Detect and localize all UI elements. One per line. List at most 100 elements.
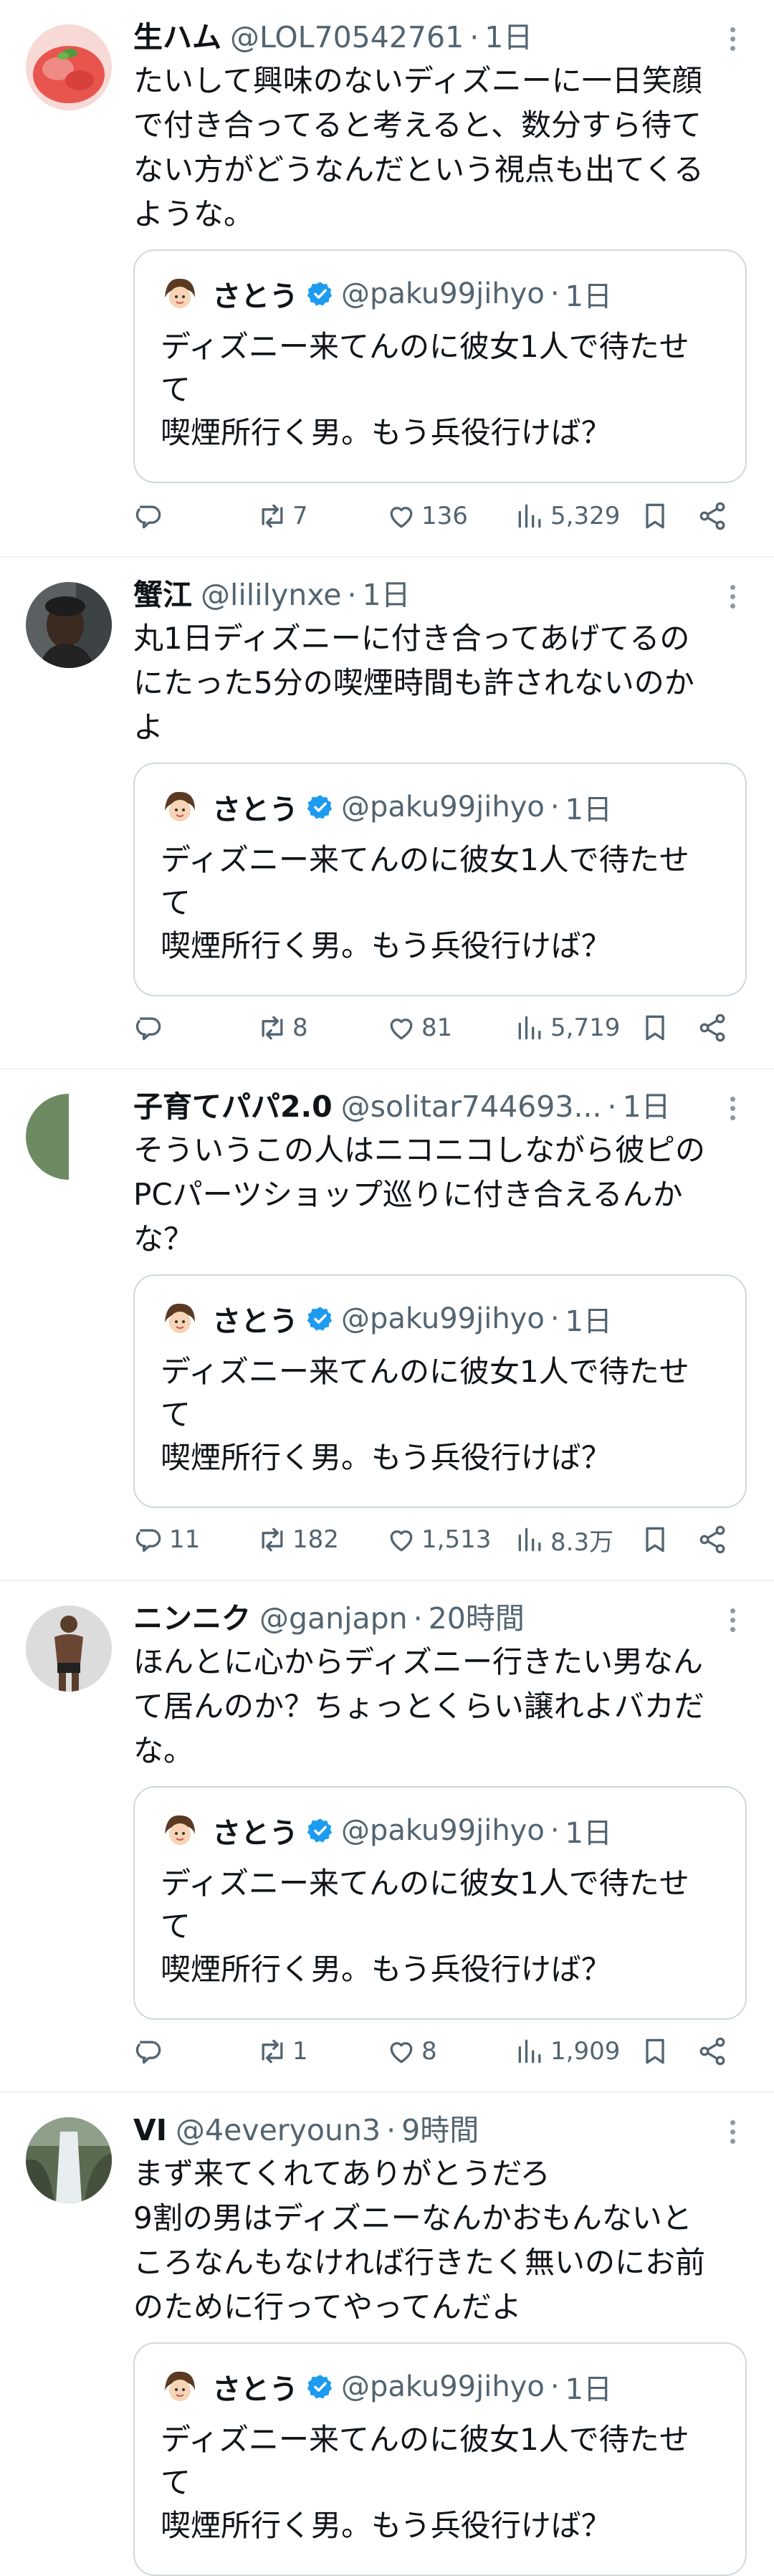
tweet-actions: 11 182 1,513 8.3万 [133, 1518, 747, 1561]
bookmark-icon [646, 1015, 664, 1041]
quoted-tweet[interactable]: さとう @paku99jihyo · 1日 ディズニー来てんのに彼女1人で待たせ… [133, 763, 747, 996]
share-button[interactable] [697, 2030, 728, 2073]
quoted-timestamp: 1日 [565, 280, 612, 313]
tweet[interactable]: 蟹江 @lililynxe · 1日 丸1日ディズニーに付き合ってあげてるの に… [0, 558, 774, 1069]
like-button[interactable]: 81 [386, 1006, 452, 1049]
user-handle[interactable]: @4everyoun3 [176, 2109, 381, 2152]
quoted-tweet-header: さとう @paku99jihyo · 1日 [159, 1297, 731, 1340]
more-options-icon[interactable] [718, 2117, 747, 2146]
user-handle[interactable]: @solitar744693... [341, 1085, 602, 1128]
share-icon [699, 2037, 725, 2066]
tweet-actions: 1 8 1,909 [133, 2030, 747, 2073]
avatar[interactable] [26, 582, 112, 668]
reply-count: 11 [169, 1525, 201, 1554]
separator: · [550, 1814, 560, 1847]
tweet-text: たいして興味のないディズニーに一日笑顔 で付き合ってると考えると、数分すら待て … [133, 63, 704, 232]
like-button[interactable]: 8 [386, 2030, 437, 2073]
retweet-count: 7 [292, 502, 308, 530]
quoted-timestamp: 1日 [565, 793, 612, 826]
display-name[interactable]: 蟹江 [133, 573, 192, 616]
avatar[interactable] [26, 24, 112, 110]
tweet-text: 丸1日ディズニーに付き合ってあげてるの にたった5分の喫煙時間も許されないのか … [133, 621, 694, 745]
quoted-tweet[interactable]: さとう @paku99jihyo · 1日 ディズニー来てんのに彼女1人で待たせ… [133, 249, 747, 483]
avatar[interactable] [26, 1606, 112, 1692]
verified-badge-icon [307, 282, 333, 306]
user-handle[interactable]: @lililynxe [201, 573, 341, 616]
separator: · [550, 1302, 560, 1335]
avatar-image [26, 2117, 112, 2203]
verified-badge-icon [307, 2375, 333, 2399]
bookmark-button[interactable] [639, 2030, 671, 2073]
views-button[interactable]: 1,909 [515, 2030, 620, 2073]
quoted-user-handle: @paku99jihyo [341, 791, 545, 824]
like-button[interactable]: 136 [386, 495, 468, 538]
views-button[interactable]: 5,329 [515, 495, 620, 538]
timestamp[interactable]: 20時間 [429, 1597, 525, 1640]
quoted-tweet-header: さとう @paku99jihyo · 1日 [159, 1809, 731, 1852]
bookmark-button[interactable] [639, 1006, 671, 1049]
user-handle[interactable]: @LOL70542761 [230, 16, 464, 59]
reply-button[interactable] [133, 1006, 169, 1049]
display-name[interactable]: ニンニク [133, 1597, 251, 1640]
avatar[interactable] [26, 1094, 112, 1180]
display-name[interactable]: VI [133, 2109, 167, 2152]
separator: · [469, 20, 479, 54]
retweet-button[interactable]: 7 [257, 495, 308, 538]
separator: · [550, 277, 560, 310]
tweet[interactable]: ニンニク @ganjapn · 20時間 ほんとに心からディズニー行きたい男なん… [0, 1581, 774, 2093]
separator: · [386, 2113, 396, 2147]
share-button[interactable] [697, 1006, 728, 1049]
avatar[interactable] [26, 2117, 112, 2203]
reply-button[interactable]: 11 [133, 1518, 200, 1561]
quoted-tweet[interactable]: さとう @paku99jihyo · 1日 ディズニー来てんのに彼女1人で待たせ… [133, 1274, 747, 1508]
timestamp[interactable]: 9時間 [401, 2109, 479, 2152]
timestamp[interactable]: 1日 [623, 1085, 671, 1128]
avatar-image [26, 1094, 112, 1180]
bookmark-button[interactable] [639, 495, 671, 538]
views-icon [518, 504, 541, 528]
views-button[interactable]: 8.3万 [515, 1518, 613, 1561]
more-options-icon[interactable] [718, 582, 747, 611]
bookmark-button[interactable] [639, 1518, 671, 1561]
tweet[interactable]: 子育てパパ2.0 @solitar744693... · 1日 そういうこの人は… [0, 1069, 774, 1581]
verified-badge-icon [307, 1307, 333, 1331]
bookmark-icon [646, 1527, 664, 1552]
reply-button[interactable] [133, 495, 169, 538]
timestamp[interactable]: 1日 [484, 16, 532, 59]
avatar [159, 1810, 201, 1851]
retweet-button[interactable]: 182 [257, 1518, 339, 1561]
share-icon [699, 1525, 725, 1554]
tweet[interactable]: VI @4everyoun3 · 9時間 まず来てくれてありがとうだろ 9割の男… [0, 2093, 774, 2576]
views-button[interactable]: 5,719 [515, 1006, 620, 1049]
separator: · [550, 2370, 560, 2403]
retweet-button[interactable]: 8 [257, 1006, 308, 1049]
more-options-icon[interactable] [718, 1094, 747, 1122]
like-count: 136 [421, 502, 468, 530]
more-options-icon[interactable] [718, 24, 747, 53]
display-name[interactable]: 生ハム [133, 16, 221, 59]
share-button[interactable] [697, 495, 728, 538]
heart-icon [390, 507, 413, 528]
avatar [159, 273, 201, 315]
retweet-icon [262, 504, 283, 528]
tweet-header: ニンニク @ganjapn · 20時間 [133, 1597, 747, 1640]
user-handle[interactable]: @ganjapn [259, 1597, 408, 1640]
more-options-icon[interactable] [718, 1606, 747, 1634]
reply-icon [135, 1017, 161, 1041]
views-icon [518, 2039, 541, 2064]
share-button[interactable] [697, 1518, 728, 1561]
retweet-button[interactable]: 1 [257, 2030, 308, 2073]
reply-button[interactable] [133, 2030, 169, 2073]
verified-badge-icon [307, 1818, 333, 1843]
quoted-tweet[interactable]: さとう @paku99jihyo · 1日 ディズニー来てんのに彼女1人で待たせ… [133, 1786, 747, 2020]
like-button[interactable]: 1,513 [386, 1518, 491, 1561]
tweet[interactable]: 生ハム @LOL70542761 · 1日 たいして興味のないディズニーに一日笑… [0, 0, 774, 558]
quoted-display-name: さとう [212, 1817, 298, 1850]
timeline-feed: 生ハム @LOL70542761 · 1日 たいして興味のないディズニーに一日笑… [0, 0, 774, 2576]
reply-icon [135, 505, 161, 529]
display-name[interactable]: 子育てパパ2.0 [133, 1085, 333, 1128]
quoted-display-name: さとう [212, 793, 298, 826]
quoted-tweet[interactable]: さとう @paku99jihyo · 1日 ディズニー来てんのに彼女1人で待たせ… [133, 2342, 747, 2576]
timestamp[interactable]: 1日 [362, 573, 410, 616]
quoted-tweet-header: さとう @paku99jihyo · 1日 [159, 786, 731, 829]
